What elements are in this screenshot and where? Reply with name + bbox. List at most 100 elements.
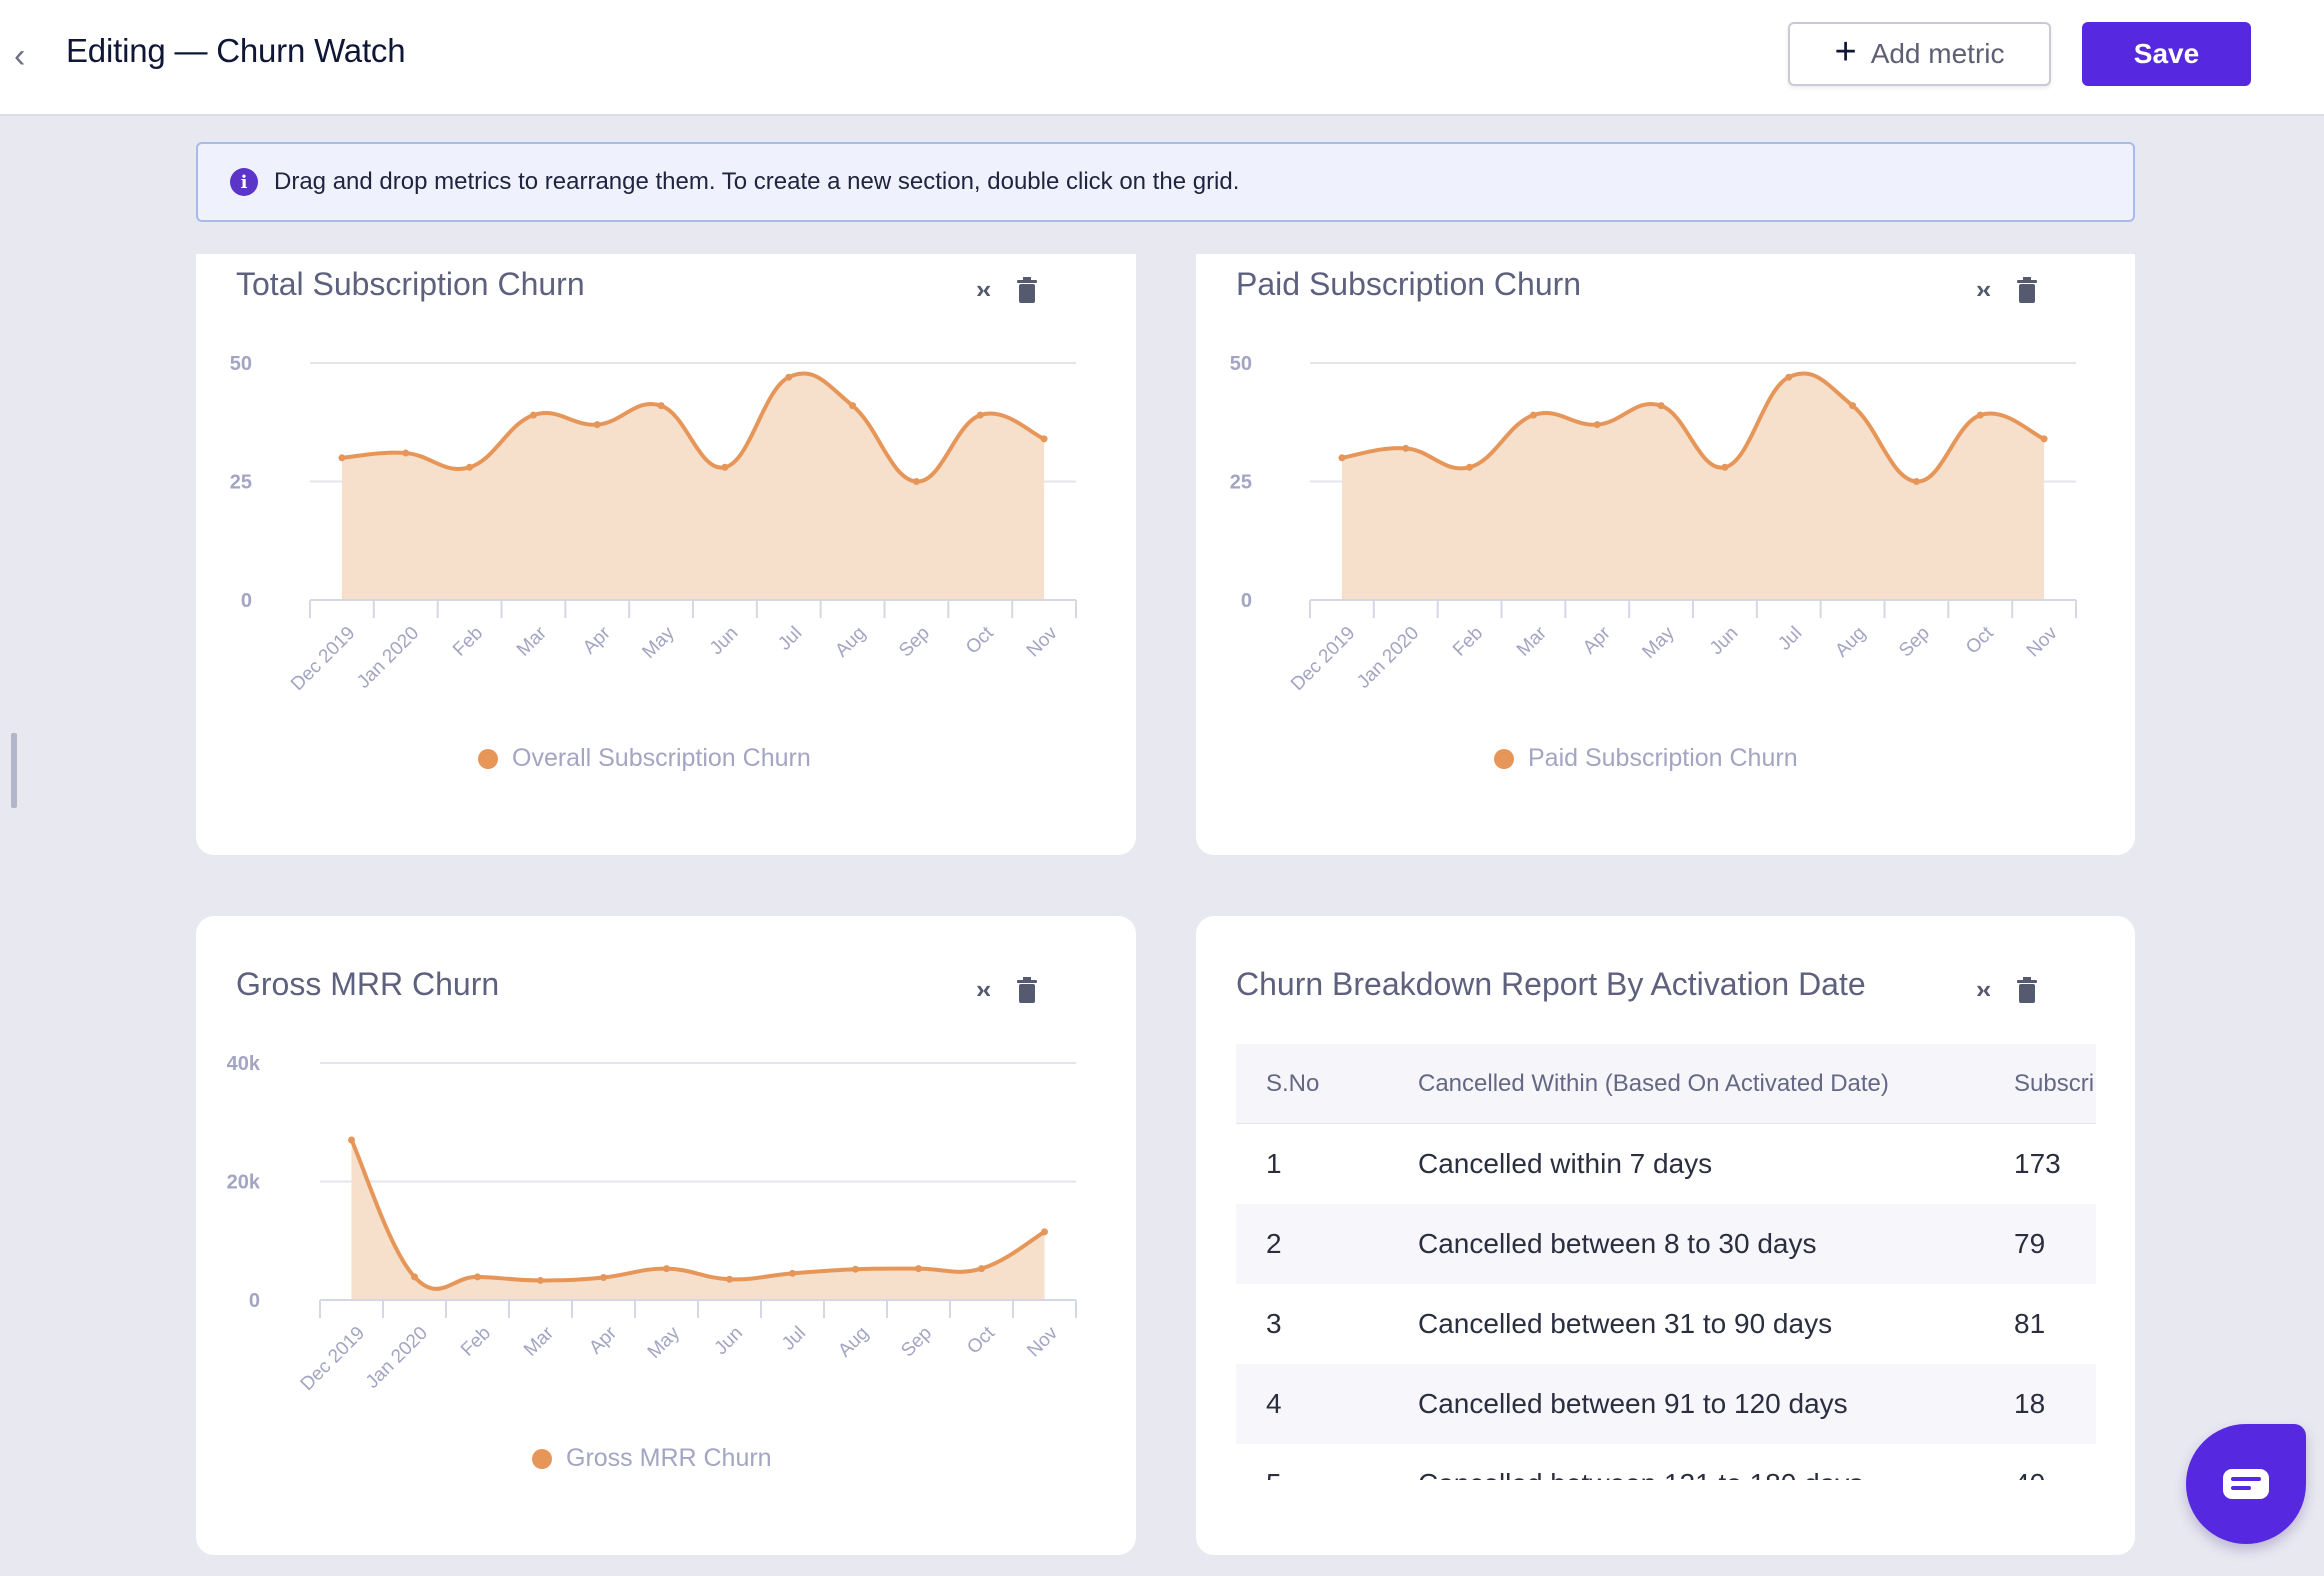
data-point xyxy=(1912,478,1920,485)
x-tick-label: Feb xyxy=(457,1323,495,1361)
x-tick-label: Apr xyxy=(585,1322,621,1358)
series-area xyxy=(351,1140,1045,1300)
data-point xyxy=(789,1269,796,1277)
data-point xyxy=(852,1265,859,1273)
legend-label: Overall Subscription Churn xyxy=(512,744,811,772)
series-area xyxy=(1341,373,2045,600)
data-point xyxy=(402,449,410,457)
data-point xyxy=(849,402,857,410)
x-tick-label: Jan 2020 xyxy=(1353,623,1423,693)
data-point xyxy=(1466,463,1474,471)
x-tick-label: Jan 2020 xyxy=(362,1323,432,1393)
table-row: 3 Cancelled between 31 to 90 days 81 xyxy=(1236,1284,2096,1364)
x-tick-label: Jul xyxy=(774,623,806,655)
y-tick-label: 0 xyxy=(1241,590,1252,612)
x-tick-label: Nov xyxy=(2023,622,2062,661)
x-tick-label: Jun xyxy=(711,1323,748,1360)
data-point xyxy=(348,1136,355,1144)
y-tick-label: 20k xyxy=(227,1172,261,1194)
data-point xyxy=(912,478,920,485)
x-tick-label: Mar xyxy=(513,622,551,660)
data-point xyxy=(1976,411,1984,419)
series-line xyxy=(349,1138,1047,1291)
data-point xyxy=(529,411,537,419)
data-point xyxy=(600,1273,607,1281)
data-point xyxy=(338,454,346,462)
info-icon: i xyxy=(230,168,258,196)
x-tick-label: Mar xyxy=(1513,622,1551,660)
chat-widget-button[interactable] xyxy=(2186,1424,2306,1544)
x-tick-label: Dec 2019 xyxy=(1287,623,1359,695)
x-tick-label: May xyxy=(644,1322,685,1363)
x-tick-label: Aug xyxy=(831,623,870,662)
data-point xyxy=(537,1276,544,1284)
metric-card-paid-subscription-churn[interactable]: Paid Subscription Churn ›‹ 0 25 50 Dec 2019… xyxy=(1196,254,2135,855)
data-point xyxy=(1593,421,1601,429)
legend-label: Gross MRR Churn xyxy=(566,1444,772,1472)
legend-swatch xyxy=(532,1448,552,1469)
back-chevron-icon[interactable]: ‹ xyxy=(14,38,38,74)
x-tick-label: Nov xyxy=(1023,622,1062,661)
column-header[interactable]: S.No xyxy=(1266,1070,1319,1098)
sidebar-resize-handle[interactable] xyxy=(11,733,17,808)
data-point xyxy=(466,463,474,471)
x-tick-label: May xyxy=(1638,622,1679,663)
cell-cancelled-within: Cancelled between 8 to 30 days xyxy=(1418,1228,1817,1259)
table-row: 2 Cancelled between 8 to 30 days 79 xyxy=(1236,1204,2096,1284)
table-row: 5 Cancelled between 121 to 180 days 40 xyxy=(1236,1444,2096,1480)
data-point xyxy=(1657,402,1665,410)
x-tick-label: Feb xyxy=(1449,623,1487,661)
metric-card-gross-mrr-churn[interactable]: Gross MRR Churn ›‹ 0 20k 40k Dec 2019 Jan 20… xyxy=(196,916,1136,1555)
chat-icon xyxy=(2223,1469,2269,1499)
x-tick-label: Jul xyxy=(1774,623,1806,655)
column-header[interactable]: Subscri xyxy=(2014,1070,2094,1098)
plus-icon: + xyxy=(1834,31,1857,73)
info-banner-message: Drag and drop metrics to rearrange them.… xyxy=(274,168,1240,195)
data-point xyxy=(976,411,984,419)
data-point xyxy=(1721,463,1729,471)
metric-card-churn-breakdown[interactable]: Churn Breakdown Report By Activation Dat… xyxy=(1196,916,2135,1555)
table-row: 1 Cancelled within 7 days 173 xyxy=(1236,1124,2096,1204)
data-point xyxy=(978,1265,985,1273)
legend-swatch xyxy=(1494,748,1514,769)
y-tick-label: 50 xyxy=(230,353,252,375)
x-tick-label: Mar xyxy=(520,1322,558,1360)
data-point xyxy=(593,421,601,429)
cell-cancelled-within: Cancelled between 31 to 90 days xyxy=(1418,1308,1833,1339)
info-banner: i Drag and drop metrics to rearrange the… xyxy=(196,142,2135,222)
cell-cancelled-within: Cancelled between 91 to 120 days xyxy=(1418,1388,1848,1419)
x-tick-label: Jun xyxy=(706,623,743,660)
cell-sno: 1 xyxy=(1266,1148,1282,1179)
data-point xyxy=(2040,435,2048,443)
x-tick-label: Nov xyxy=(1023,1322,1062,1361)
data-point xyxy=(411,1273,418,1281)
x-tick-label: May xyxy=(638,622,679,663)
x-tick-label: Feb xyxy=(449,623,487,661)
data-point xyxy=(785,373,793,381)
collapse-icon[interactable]: ›‹ xyxy=(1976,974,1991,1005)
y-tick-label: 40k xyxy=(227,1053,261,1075)
x-tick-label: Apr xyxy=(1579,622,1615,658)
metric-card-total-subscription-churn[interactable]: Total Subscription Churn ›‹ 0 25 50 Dec 201… xyxy=(196,254,1136,855)
save-button[interactable]: Save xyxy=(2082,22,2251,86)
cell-sno: 2 xyxy=(1266,1228,1282,1259)
series-area xyxy=(341,373,1045,600)
add-metric-button[interactable]: + Add metric xyxy=(1788,22,2051,86)
trash-icon[interactable] xyxy=(2017,976,2038,1003)
x-tick-label: Jul xyxy=(778,1323,810,1355)
cell-subscriptions: 18 xyxy=(2014,1388,2046,1419)
x-tick-label: Oct xyxy=(963,1322,999,1358)
card-title: Churn Breakdown Report By Activation Dat… xyxy=(1236,966,1866,1002)
legend: Overall Subscription Churn xyxy=(478,744,811,773)
x-tick-label: Dec 2019 xyxy=(287,623,359,695)
column-header[interactable]: Cancelled Within (Based On Activated Dat… xyxy=(1418,1070,1889,1098)
breakdown-table[interactable]: S.No Cancelled Within (Based On Activate… xyxy=(1236,1044,2096,1480)
cell-sno: 4 xyxy=(1266,1388,1282,1419)
y-tick-label: 25 xyxy=(1230,472,1252,494)
cell-cancelled-within: Cancelled between 121 to 180 days xyxy=(1418,1468,1863,1480)
data-point xyxy=(1041,1228,1048,1236)
cell-subscriptions: 40 xyxy=(2014,1468,2045,1480)
table-row: 4 Cancelled between 91 to 120 days 18 xyxy=(1236,1364,2096,1444)
x-tick-label: Oct xyxy=(1962,622,1998,658)
data-point xyxy=(1529,411,1537,419)
